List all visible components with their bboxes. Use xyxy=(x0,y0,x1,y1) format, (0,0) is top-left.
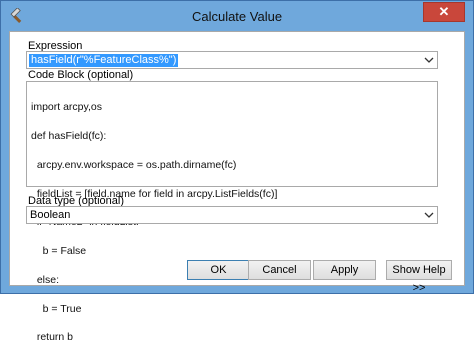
cancel-button[interactable]: Cancel xyxy=(248,260,311,280)
chevron-down-icon[interactable] xyxy=(424,54,434,66)
code-line: arcpy.env.workspace = os.path.dirname(fc… xyxy=(31,158,237,171)
data-type-value: Boolean xyxy=(30,209,71,221)
dialog-body: Expression hasField(r"%FeatureClass%") C… xyxy=(9,31,465,342)
code-line: import arcpy,os xyxy=(31,101,102,114)
expression-input-text[interactable]: hasField(r"%FeatureClass%") xyxy=(29,54,179,67)
code-block-textarea[interactable]: import arcpy,os def hasField(fc): arcpy.… xyxy=(26,81,438,342)
data-type-select[interactable]: Boolean xyxy=(26,206,438,224)
code-line: b = True xyxy=(31,302,82,315)
title-bar[interactable]: Calculate Value ✕ xyxy=(1,1,473,31)
expression-combobox[interactable]: hasField(r"%FeatureClass%") xyxy=(26,51,438,69)
apply-button[interactable]: Apply xyxy=(313,260,376,280)
calculate-value-dialog: Calculate Value ✕ Expression hasField(r"… xyxy=(0,0,474,342)
code-line: return b xyxy=(31,331,74,344)
window-title: Calculate Value xyxy=(191,9,283,24)
code-line: b = False xyxy=(31,245,87,258)
close-button[interactable]: ✕ xyxy=(423,2,465,22)
ok-button[interactable]: OK xyxy=(187,260,250,280)
code-block-label: Code Block (optional) xyxy=(28,69,134,81)
show-help-button[interactable]: Show Help >> xyxy=(386,260,452,294)
code-line: def hasField(fc): xyxy=(31,129,107,142)
chevron-down-icon[interactable] xyxy=(424,209,434,221)
